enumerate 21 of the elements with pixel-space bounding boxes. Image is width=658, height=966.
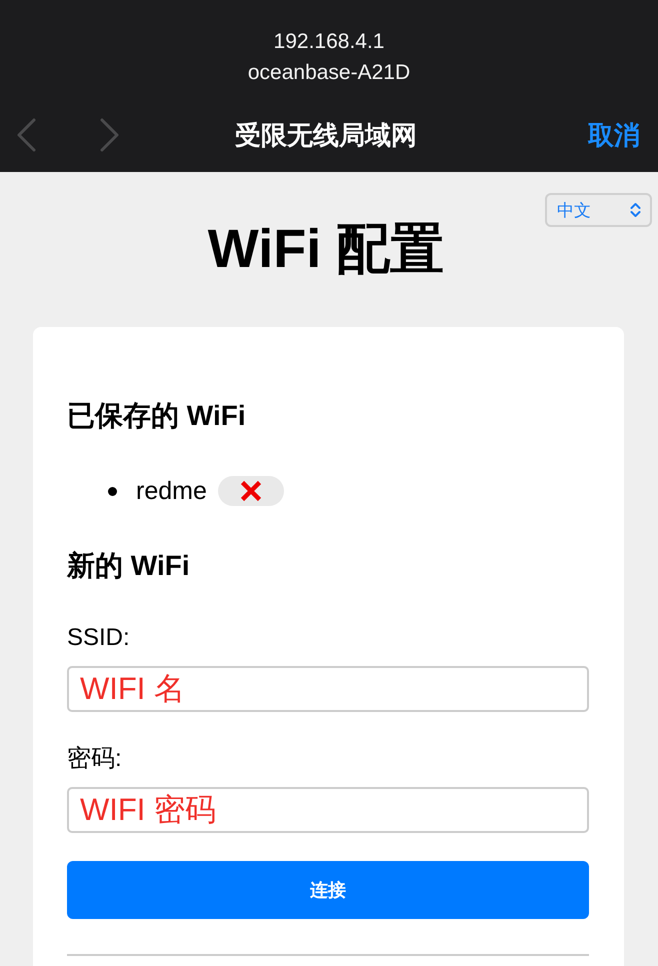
saved-wifi-heading: 已保存的 WiFi bbox=[67, 399, 247, 433]
delete-button[interactable] bbox=[218, 476, 284, 506]
back-chevron-icon bbox=[16, 118, 36, 152]
page-url: 192.168.4.1 bbox=[274, 29, 384, 55]
language-value: 中文 bbox=[557, 200, 591, 222]
cross-icon bbox=[240, 480, 262, 502]
input-field[interactable]: WIFI 密码 bbox=[67, 787, 589, 833]
forward-chevron-icon bbox=[100, 118, 120, 152]
field-label: 密码: bbox=[67, 744, 123, 774]
portal-title: 受限无线局域网 bbox=[235, 119, 417, 151]
bullet-icon bbox=[108, 486, 117, 496]
language-select[interactable]: 中文 bbox=[545, 193, 652, 227]
new-wifi-heading: 新的 WiFi bbox=[67, 549, 191, 583]
network-name: oceanbase-A21D bbox=[248, 60, 410, 86]
field-label: SSID: bbox=[67, 623, 131, 653]
cancel-button[interactable]: 取消 bbox=[588, 119, 640, 151]
connect-button[interactable]: 连接 bbox=[67, 861, 589, 919]
input-field[interactable]: WIFI 名 bbox=[67, 666, 589, 712]
saved-network-name: redme bbox=[136, 476, 207, 507]
page-title: WiFi 配置 bbox=[208, 218, 444, 281]
updown-chevron-icon bbox=[630, 202, 641, 218]
